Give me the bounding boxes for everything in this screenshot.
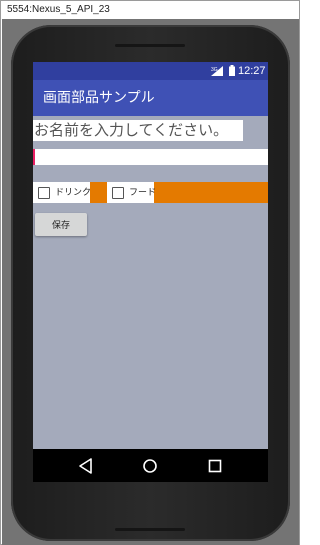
navigation-bar [33, 449, 268, 482]
save-button[interactable]: 保存 [35, 213, 87, 236]
checkbox-unchecked-icon[interactable] [112, 186, 124, 199]
name-prompt-label: お名前を入力してください。 [33, 120, 243, 141]
emulator-window: 5554:Nexus_5_API_23 3G 12:27 画面部品サンプル お名… [0, 0, 300, 545]
status-bar: 3G 12:27 [33, 62, 268, 80]
back-icon[interactable] [77, 457, 95, 475]
signal-label: 3G [211, 67, 218, 73]
app-title: 画面部品サンプル [43, 90, 155, 106]
app-bar: 画面部品サンプル [33, 80, 268, 116]
device-screen: 3G 12:27 画面部品サンプル お名前を入力してください。 ドリンク フード… [33, 62, 268, 482]
drink-checkbox[interactable]: ドリンク [33, 182, 92, 203]
checkbox-unchecked-icon[interactable] [38, 186, 50, 199]
signal-icon: 3G [211, 66, 223, 76]
food-checkbox[interactable]: フード [107, 182, 157, 203]
food-checkbox-label: フード [129, 187, 157, 198]
home-icon[interactable] [141, 457, 159, 475]
status-time: 12:27 [238, 65, 266, 77]
window-title: 5554:Nexus_5_API_23 [7, 4, 110, 15]
top-speaker [115, 44, 185, 47]
battery-icon [229, 65, 235, 76]
name-input[interactable] [33, 149, 268, 165]
drink-checkbox-label: ドリンク [55, 187, 92, 198]
recents-icon[interactable] [206, 457, 224, 475]
bottom-speaker [115, 528, 185, 531]
